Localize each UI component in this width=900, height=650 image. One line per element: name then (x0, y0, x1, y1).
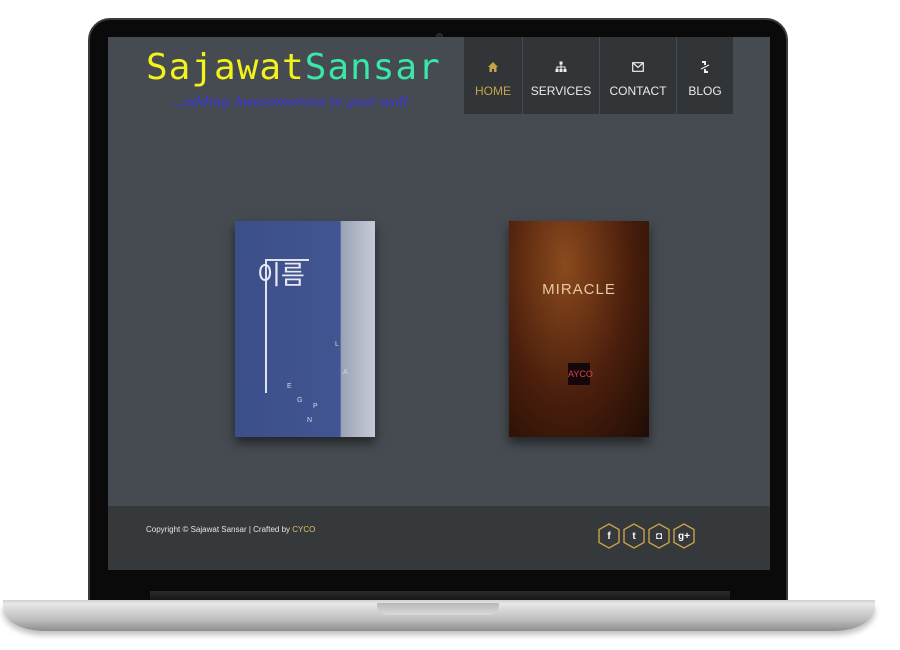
facebook-icon: f (607, 530, 611, 542)
site-logo[interactable]: SajawatSansar (146, 47, 441, 88)
link-icon (699, 56, 711, 78)
twitter-button[interactable]: t (623, 523, 645, 549)
laptop-notch (377, 603, 499, 615)
facebook-button[interactable]: f (598, 523, 620, 549)
home-icon (487, 56, 499, 78)
nav-blog[interactable]: BLOG (677, 37, 733, 114)
nav-services[interactable]: SERVICES (523, 37, 599, 114)
crafted-by-link[interactable]: CYCO (292, 525, 315, 534)
envelope-icon (632, 56, 644, 78)
instagram-button[interactable]: ◘ (648, 523, 670, 549)
product-cover-left[interactable]: 이름 L A E G P N (235, 221, 375, 437)
cover-letter: E (287, 383, 292, 390)
main-nav: HOME SERVICES CONTACT BLOG (464, 37, 733, 114)
website-screen: SajawatSansar ...adding Awesomeness to y… (108, 37, 770, 570)
google-plus-button[interactable]: g+ (673, 523, 695, 549)
nav-services-label: SERVICES (530, 83, 592, 98)
google-plus-icon: g+ (678, 530, 690, 542)
nav-blog-label: BLOG (688, 83, 722, 98)
cover-letter: G (297, 397, 303, 404)
copyright-text: Copyright © Sajawat Sansar | Crafted by … (146, 525, 315, 534)
cover-letter: P (313, 403, 318, 410)
logo-part2: Sansar (304, 47, 441, 88)
logo-part1: Sajawat (146, 47, 305, 88)
cover-hangul-text: 이름 (257, 261, 305, 291)
cover-letter: L (335, 341, 339, 348)
product-cover-right[interactable]: MIRACLE AYCO (509, 221, 649, 437)
nav-home-label: HOME (475, 83, 511, 98)
cover-letter: A (343, 369, 348, 376)
social-links: f t ◘ g+ (598, 523, 695, 549)
nav-home[interactable]: HOME (464, 37, 522, 114)
site-tagline: ...adding Awesomeness to your wall (172, 95, 408, 110)
site-footer: Copyright © Sajawat Sansar | Crafted by … (108, 506, 770, 570)
cover-letter: N (307, 417, 313, 424)
instagram-icon: ◘ (655, 530, 663, 542)
copyright-prefix: Copyright © Sajawat Sansar | Crafted by (146, 525, 293, 534)
cover-title: MIRACLE (542, 281, 616, 298)
nav-contact[interactable]: CONTACT (600, 37, 676, 114)
nav-contact-label: CONTACT (609, 83, 667, 98)
sitemap-icon (555, 56, 567, 78)
twitter-icon: t (632, 530, 636, 542)
cover-badge: AYCO (568, 363, 593, 385)
